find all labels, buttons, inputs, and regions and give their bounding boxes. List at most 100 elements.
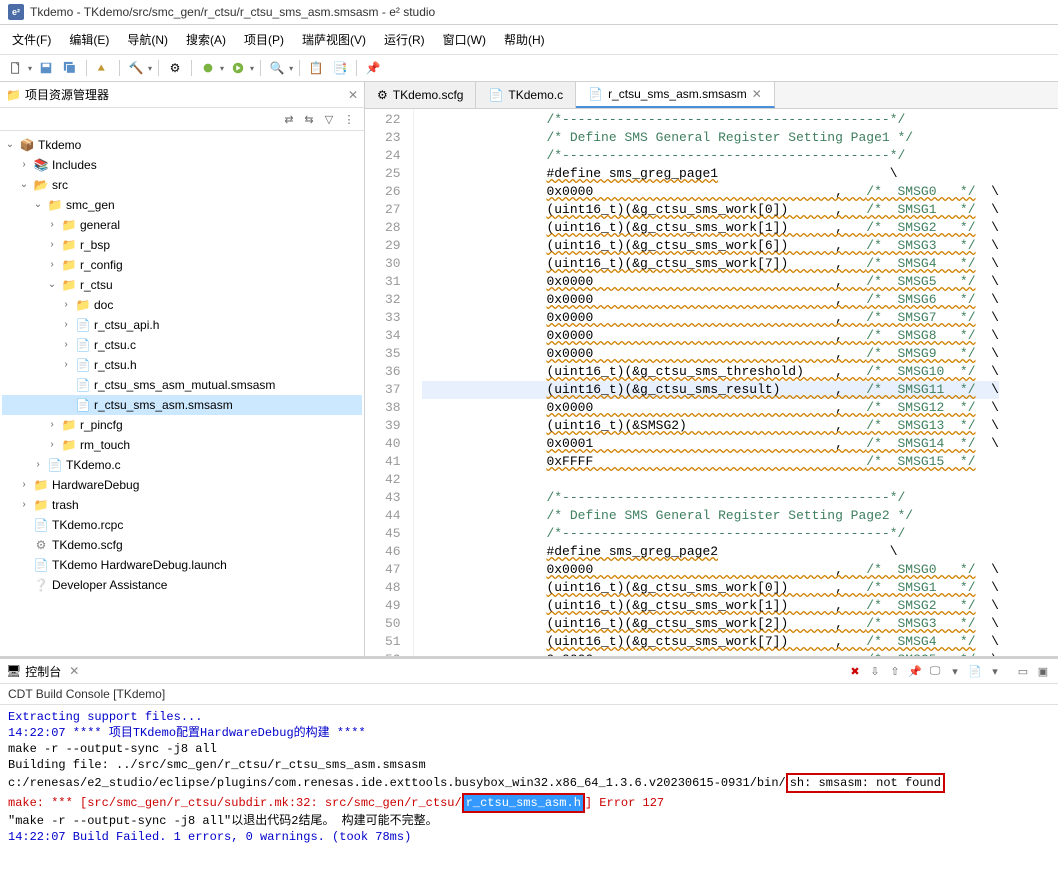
menu-item[interactable]: 导航(N) — [119, 28, 176, 51]
expand-arrow-icon[interactable]: ⌄ — [32, 196, 44, 214]
code-line[interactable]: (uint16_t)(&g_ctsu_sms_work[0]) , /* SMS… — [422, 579, 999, 597]
display-button[interactable]: 🖵 — [926, 662, 944, 680]
tree-node[interactable]: ›📄r_ctsu_api.h — [2, 315, 362, 335]
code-line[interactable]: /*--------------------------------------… — [422, 111, 999, 129]
clear-button[interactable]: ✖ — [846, 662, 864, 680]
expand-arrow-icon[interactable]: ⌄ — [46, 276, 58, 294]
code-line[interactable]: (uint16_t)(&g_ctsu_sms_work[7]) , /* SMS… — [422, 255, 999, 273]
tree-node[interactable]: ›📁trash — [2, 495, 362, 515]
scroll-lock-button[interactable]: ⇩ — [866, 662, 884, 680]
editor-tab[interactable]: 📄r_ctsu_sms_asm.smsasm✕ — [576, 82, 775, 108]
tree-node[interactable]: 📄r_ctsu_sms_asm_mutual.smsasm — [2, 375, 362, 395]
debug-button[interactable] — [198, 58, 218, 78]
pin-button[interactable]: 📌 — [906, 662, 924, 680]
code-line[interactable]: /*--------------------------------------… — [422, 489, 999, 507]
expand-arrow-icon[interactable]: › — [32, 456, 44, 474]
code-line[interactable]: 0x0000 , /* SMSG9 */ \ — [422, 345, 999, 363]
save-button[interactable] — [36, 58, 56, 78]
expand-arrow-icon[interactable]: › — [18, 496, 30, 514]
code-line[interactable]: 0x0000 , /* SMSG0 */ \ — [422, 183, 999, 201]
code-line[interactable]: 0x0001 , /* SMSG14 */ \ — [422, 435, 999, 453]
code-line[interactable]: 0x0000 , /* SMSG7 */ \ — [422, 309, 999, 327]
menu-item[interactable]: 搜索(A) — [178, 28, 234, 51]
tree-node[interactable]: ›📁r_bsp — [2, 235, 362, 255]
tree-node[interactable]: ›📁HardwareDebug — [2, 475, 362, 495]
tree-node[interactable]: ›📁rm_touch — [2, 435, 362, 455]
code-line[interactable]: #define sms_greg_page2 \ — [422, 543, 999, 561]
code-line[interactable]: 0x0000 , /* SMSG8 */ \ — [422, 327, 999, 345]
close-icon[interactable]: ✕ — [348, 88, 358, 102]
menu-button[interactable]: ⋮ — [340, 110, 358, 128]
expand-arrow-icon[interactable]: › — [18, 156, 30, 174]
code-line[interactable] — [422, 471, 999, 489]
tree-node[interactable]: ⌄📂src — [2, 175, 362, 195]
dropdown-icon[interactable]: ▾ — [28, 64, 32, 73]
nav-button[interactable]: 📋 — [306, 58, 326, 78]
down-button[interactable]: ▾ — [986, 662, 1004, 680]
tree-node[interactable]: ›📄r_ctsu.h — [2, 355, 362, 375]
code-editor[interactable]: 2223242526272829303132333435363738394041… — [365, 109, 1058, 656]
tree-node[interactable]: ›📁general — [2, 215, 362, 235]
menu-item[interactable]: 运行(R) — [376, 28, 433, 51]
expand-arrow-icon[interactable]: › — [60, 356, 72, 374]
new-console-button[interactable]: 📄 — [966, 662, 984, 680]
tree-node[interactable]: 📄TKdemo HardwareDebug.launch — [2, 555, 362, 575]
code-line[interactable]: (uint16_t)(&g_ctsu_sms_work[7]) , /* SMS… — [422, 633, 999, 651]
code-line[interactable]: 0x0000 , /* SMSG0 */ \ — [422, 561, 999, 579]
tree-node[interactable]: 📄r_ctsu_sms_asm.smsasm — [2, 395, 362, 415]
tree-node[interactable]: ⌄📁smc_gen — [2, 195, 362, 215]
dropdown-icon[interactable]: ▾ — [250, 64, 254, 73]
code-line[interactable]: (uint16_t)(&g_ctsu_sms_work[0]) , /* SMS… — [422, 201, 999, 219]
run-button[interactable] — [228, 58, 248, 78]
tree-node[interactable]: ›📁r_config — [2, 255, 362, 275]
menu-item[interactable]: 帮助(H) — [496, 28, 553, 51]
expand-arrow-icon[interactable]: › — [46, 236, 58, 254]
dropdown-icon[interactable]: ▾ — [148, 64, 152, 73]
down-button[interactable]: ▾ — [946, 662, 964, 680]
code-line[interactable]: (uint16_t)(&g_ctsu_sms_work[1]) , /* SMS… — [422, 219, 999, 237]
menu-item[interactable]: 项目(P) — [236, 28, 292, 51]
tree-node[interactable]: ›📄r_ctsu.c — [2, 335, 362, 355]
up-button[interactable]: ⇧ — [886, 662, 904, 680]
code-line[interactable]: (uint16_t)(&g_ctsu_sms_work[6]) , /* SMS… — [422, 237, 999, 255]
hammer-button[interactable]: 🔨 — [126, 58, 146, 78]
menu-item[interactable]: 编辑(E) — [61, 28, 117, 51]
code-line[interactable]: /*--------------------------------------… — [422, 525, 999, 543]
code-line[interactable]: /*--------------------------------------… — [422, 147, 999, 165]
filter-button[interactable]: ▽ — [320, 110, 338, 128]
new-button[interactable] — [6, 58, 26, 78]
save-all-button[interactable] — [60, 58, 80, 78]
expand-arrow-icon[interactable]: › — [46, 436, 58, 454]
pin-button[interactable]: 📌 — [363, 58, 383, 78]
editor-tab[interactable]: ⚙TKdemo.scfg — [365, 82, 476, 108]
search-button[interactable]: 🔍 — [267, 58, 287, 78]
tree-node[interactable]: ›📚Includes — [2, 155, 362, 175]
project-tree[interactable]: ⌄📦Tkdemo›📚Includes⌄📂src⌄📁smc_gen›📁genera… — [0, 131, 364, 656]
tree-node[interactable]: ❔Developer Assistance — [2, 575, 362, 595]
code-line[interactable]: (uint16_t)(&g_ctsu_sms_work[1]) , /* SMS… — [422, 597, 999, 615]
console-output[interactable]: Extracting support files...14:22:07 ****… — [0, 705, 1058, 874]
config-button[interactable]: ⚙ — [165, 58, 185, 78]
expand-arrow-icon[interactable]: ⌄ — [4, 136, 16, 154]
expand-arrow-icon[interactable]: › — [60, 296, 72, 314]
expand-arrow-icon[interactable]: › — [60, 316, 72, 334]
code-line[interactable]: (uint16_t)(&g_ctsu_sms_result) , /* SMSG… — [422, 381, 999, 399]
editor-tab[interactable]: 📄TKdemo.c — [476, 82, 576, 108]
code-line[interactable]: (uint16_t)(&g_ctsu_sms_work[2]) , /* SMS… — [422, 615, 999, 633]
code-line[interactable]: 0xFFFF /* SMSG15 */ — [422, 453, 999, 471]
expand-arrow-icon[interactable]: › — [46, 256, 58, 274]
min-button[interactable]: ▭ — [1014, 662, 1032, 680]
link-button[interactable]: ⇆ — [300, 110, 318, 128]
tree-node[interactable]: ⌄📁r_ctsu — [2, 275, 362, 295]
nav-button[interactable]: 📑 — [330, 58, 350, 78]
tree-node[interactable]: ›📁doc — [2, 295, 362, 315]
expand-arrow-icon[interactable]: › — [18, 476, 30, 494]
menu-item[interactable]: 瑞萨视图(V) — [294, 28, 374, 51]
expand-arrow-icon[interactable]: ⌄ — [18, 176, 30, 194]
max-button[interactable]: ▣ — [1034, 662, 1052, 680]
close-icon[interactable]: ✕ — [752, 87, 762, 101]
tree-node[interactable]: ›📄TKdemo.c — [2, 455, 362, 475]
build-button[interactable] — [93, 58, 113, 78]
code-line[interactable]: (uint16_t)(&SMSG2) , /* SMSG13 */ \ — [422, 417, 999, 435]
menu-item[interactable]: 文件(F) — [4, 28, 59, 51]
